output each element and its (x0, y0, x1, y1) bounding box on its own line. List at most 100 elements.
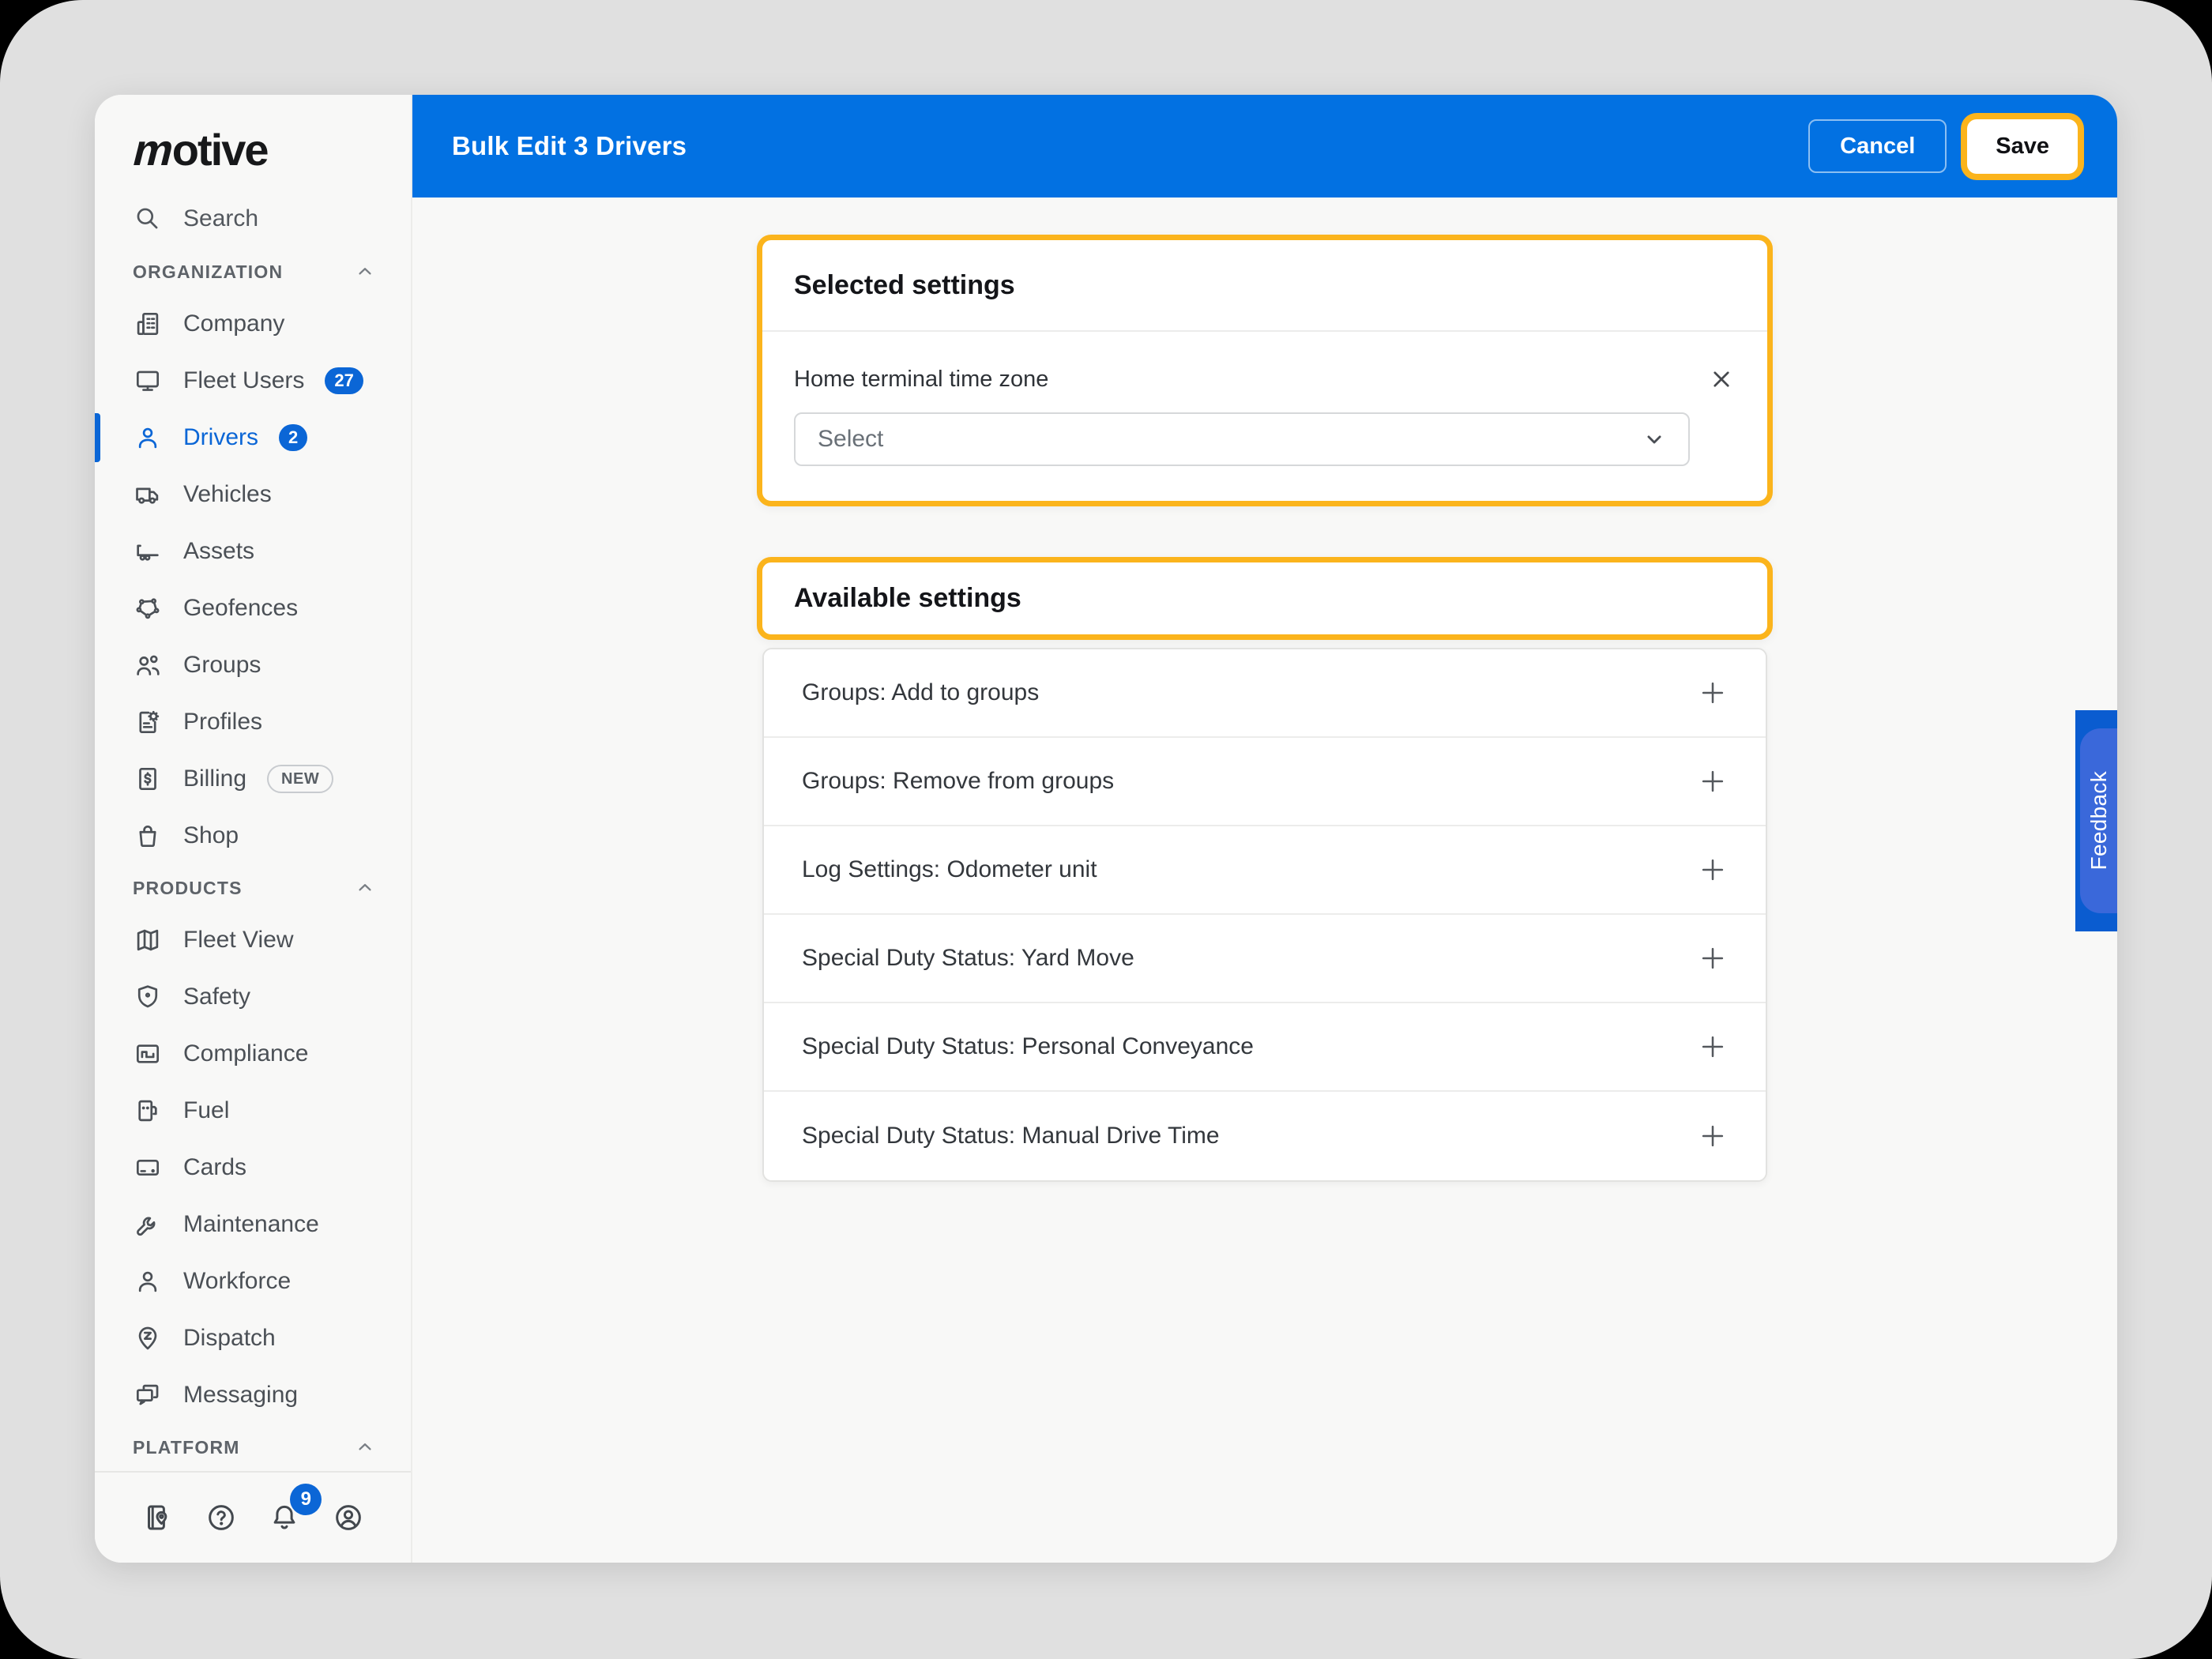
sidebar: motive Search ORGANIZATION Company Fleet… (95, 95, 412, 1563)
logo-rest: otive (171, 125, 269, 175)
guide-button[interactable] (141, 1501, 174, 1534)
notification-count-badge: 9 (290, 1484, 322, 1515)
sidebar-item-label: Profiles (183, 709, 263, 735)
available-settings-title: Available settings (794, 583, 1021, 613)
section-label: PRODUCTS (133, 877, 243, 898)
plus-icon[interactable] (1698, 1121, 1728, 1151)
wrench-icon (137, 1217, 156, 1236)
feedback-tab[interactable]: Feedback (2075, 710, 2117, 931)
chevron-down-icon (1647, 435, 1661, 444)
sidebar-item-company[interactable]: Company (95, 295, 411, 352)
timezone-select[interactable]: Select (794, 412, 1690, 466)
sidebar-item-maintenance[interactable]: Maintenance (95, 1196, 411, 1253)
account-button[interactable] (332, 1501, 365, 1534)
sidebar-item-vehicles[interactable]: Vehicles (95, 466, 411, 523)
sidebar-item-shop[interactable]: Shop (95, 807, 411, 864)
count-badge: 27 (325, 367, 363, 394)
list-item-label: Special Duty Status: Yard Move (802, 945, 1134, 971)
section-label: PLATFORM (133, 1436, 240, 1458)
selected-settings-card: Selected settings Home terminal time zon… (757, 235, 1773, 506)
plus-icon[interactable] (1698, 855, 1728, 885)
list-item-yard-move[interactable]: Special Duty Status: Yard Move (764, 915, 1766, 1003)
section-header-organization[interactable]: ORGANIZATION (95, 248, 411, 295)
list-item-label: Special Duty Status: Personal Conveyance (802, 1033, 1254, 1059)
truck-icon (136, 487, 159, 504)
logo-row: motive (95, 95, 411, 190)
selected-settings-title: Selected settings (794, 269, 1015, 300)
section-label: ORGANIZATION (133, 261, 284, 282)
sidebar-item-label: Billing (183, 766, 247, 792)
sidebar-item-fleet-view[interactable]: Fleet View (95, 912, 411, 969)
save-button[interactable]: Save (1967, 118, 2078, 174)
cancel-button-label: Cancel (1840, 133, 1916, 159)
dispatch-pin-icon (138, 1326, 157, 1350)
sidebar-item-cards[interactable]: Cards (95, 1139, 411, 1196)
person-icon (138, 427, 157, 449)
sidebar-item-groups[interactable]: Groups (95, 637, 411, 694)
chevron-up-icon (359, 268, 371, 275)
sidebar-item-messaging[interactable]: Messaging (95, 1367, 411, 1424)
sidebar-item-assets[interactable]: Assets (95, 523, 411, 580)
list-item-label: Special Duty Status: Manual Drive Time (802, 1123, 1220, 1149)
notifications-button[interactable]: 9 (268, 1484, 322, 1534)
search-button[interactable]: Search (95, 190, 411, 248)
shop-bag-icon (139, 825, 156, 848)
sidebar-item-fuel[interactable]: Fuel (95, 1082, 411, 1139)
sidebar-item-fleet-users[interactable]: Fleet Users 27 (95, 352, 411, 409)
list-item-label: Log Settings: Odometer unit (802, 856, 1097, 882)
messaging-icon (136, 1384, 159, 1405)
list-item-manual-drive-time[interactable]: Special Duty Status: Manual Drive Time (764, 1092, 1766, 1180)
app-window: motive Search ORGANIZATION Company Fleet… (95, 95, 2117, 1563)
sidebar-item-label: Assets (183, 538, 255, 564)
sidebar-item-profiles[interactable]: Profiles (95, 694, 411, 750)
motive-logo: motive (128, 125, 411, 175)
sidebar-item-compliance[interactable]: Compliance (95, 1025, 411, 1082)
sidebar-item-label: Fuel (183, 1097, 230, 1123)
save-button-focus-ring: Save (1961, 112, 2084, 180)
section-header-products[interactable]: PRODUCTS (95, 864, 411, 912)
close-icon[interactable] (1707, 365, 1736, 393)
plus-icon[interactable] (1698, 1032, 1728, 1062)
help-icon (208, 1505, 234, 1530)
list-item-add-to-groups[interactable]: Groups: Add to groups (764, 649, 1766, 738)
chevron-up-icon (359, 884, 371, 891)
desktop-background: motive Search ORGANIZATION Company Fleet… (0, 0, 2212, 1659)
list-item-remove-from-groups[interactable]: Groups: Remove from groups (764, 738, 1766, 826)
list-item-label: Groups: Remove from groups (802, 768, 1115, 794)
groups-icon (137, 655, 160, 675)
topbar: Bulk Edit 3 Drivers Cancel Save (412, 95, 2117, 198)
plus-icon[interactable] (1698, 943, 1728, 973)
cancel-button[interactable]: Cancel (1808, 119, 1947, 173)
sidebar-item-billing[interactable]: Billing NEW (95, 750, 411, 807)
sidebar-item-workforce[interactable]: Workforce (95, 1253, 411, 1310)
section-header-platform[interactable]: PLATFORM (95, 1424, 411, 1471)
plus-icon[interactable] (1698, 678, 1728, 708)
sidebar-item-label: Company (183, 310, 285, 337)
list-item-odometer-unit[interactable]: Log Settings: Odometer unit (764, 826, 1766, 915)
selected-settings-body: Home terminal time zone Select (762, 332, 1767, 501)
credit-card-icon (136, 1159, 160, 1176)
sidebar-item-dispatch[interactable]: Dispatch (95, 1310, 411, 1367)
sidebar-item-label: Safety (183, 984, 251, 1010)
list-item-personal-conveyance[interactable]: Special Duty Status: Personal Conveyance (764, 1003, 1766, 1092)
profiles-icon (139, 710, 160, 734)
sidebar-item-label: Cards (183, 1154, 247, 1180)
logo-letter-m: m (128, 125, 179, 175)
account-icon (336, 1505, 361, 1530)
count-badge: 2 (279, 424, 308, 451)
sidebar-item-geofences[interactable]: Geofences (95, 580, 411, 637)
sidebar-item-label: Dispatch (183, 1325, 276, 1351)
help-button[interactable] (205, 1501, 238, 1534)
sidebar-item-label: Workforce (183, 1268, 292, 1294)
sidebar-item-drivers[interactable]: Drivers 2 (95, 409, 411, 466)
plus-icon[interactable] (1698, 766, 1728, 796)
chevron-up-icon (359, 1443, 371, 1450)
monitor-icon (136, 371, 160, 391)
sidebar-item-label: Maintenance (183, 1211, 319, 1237)
main-area: Bulk Edit 3 Drivers Cancel Save Selected… (412, 95, 2117, 1563)
sidebar-item-label: Shop (183, 822, 239, 848)
trailer-icon (137, 544, 159, 561)
feedback-tab-inner: Feedback (2080, 728, 2117, 913)
sidebar-item-safety[interactable]: Safety (95, 969, 411, 1025)
sidebar-item-label: Fleet View (183, 927, 294, 953)
